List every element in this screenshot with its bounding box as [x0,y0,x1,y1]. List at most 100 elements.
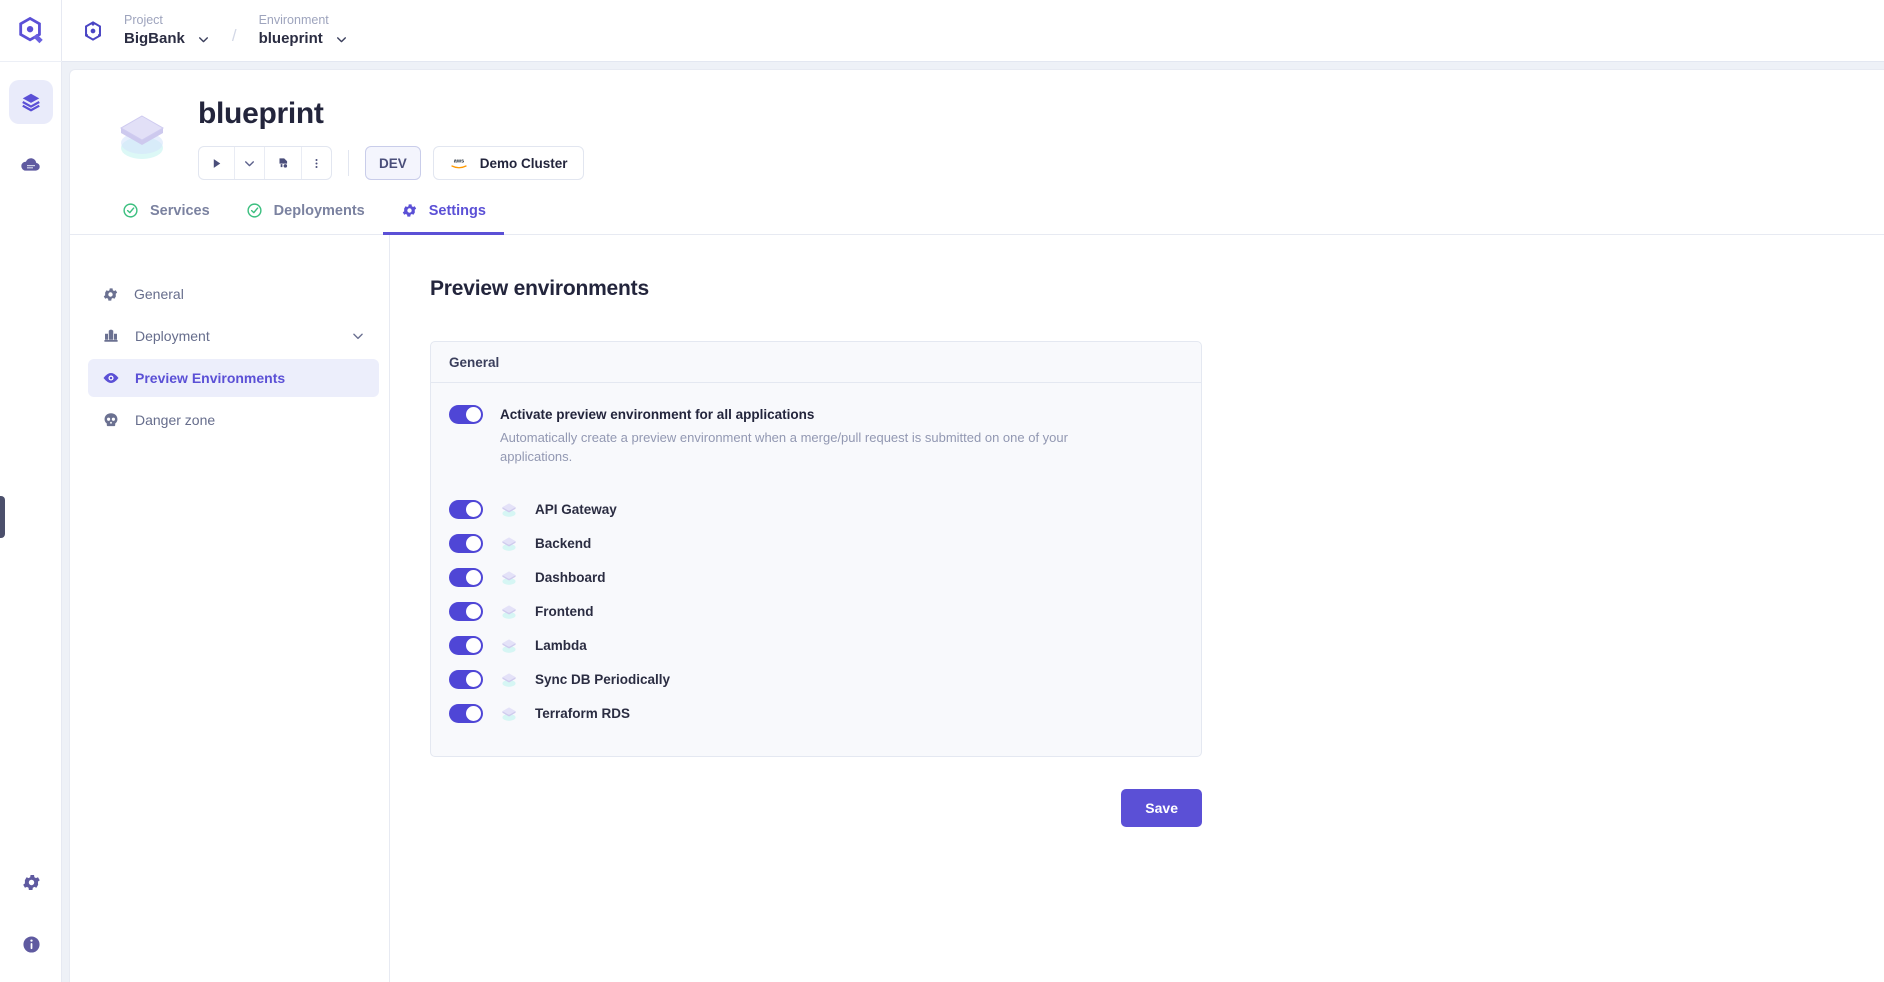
settings-main: Preview environments General Activate pr… [390,235,1884,982]
environment-tabs: Services Deployments Settings [70,180,1884,235]
application-toggle-lambda[interactable] [449,635,483,655]
application-name: Sync DB Periodically [535,671,671,687]
application-toggle-api-gateway[interactable] [449,499,483,519]
sidebar-item-danger-zone[interactable]: Danger zone [88,401,379,439]
save-button[interactable]: Save [1121,789,1202,827]
tab-services[interactable]: Services [104,202,228,235]
sidebar-item-danger-zone-label: Danger zone [135,412,216,428]
application-toggle-dashboard[interactable] [449,567,483,587]
gear-icon [103,287,118,301]
rail-item-help-info[interactable] [21,934,42,960]
qovery-hexagon-logo-icon [18,16,43,43]
breadcrumb-project-value[interactable]: BigBank [124,29,185,49]
tab-services-label: Services [150,202,210,219]
global-preview-toggle[interactable] [449,405,483,424]
list-item: Sync DB Periodically [449,662,1183,696]
organization-logo-icon [85,20,101,41]
deploy-options-button[interactable] [235,147,265,179]
list-item: Backend [449,526,1183,560]
environment-mode-badge[interactable]: DEV [365,146,421,180]
card-section-title: General [431,342,1201,383]
left-icon-rail [0,0,62,982]
list-item: API Gateway [449,492,1183,526]
sidebar-item-preview-environments[interactable]: Preview Environments [88,359,379,397]
tab-deployments-label: Deployments [273,202,365,219]
rocket-icon [104,329,118,342]
global-preview-description: Automatically create a preview environme… [500,430,1068,464]
breadcrumb-separator: / [231,25,237,45]
rail-item-cloud-providers[interactable] [9,142,53,186]
rail-items [8,62,53,186]
application-toggle-list: API Gateway Backend Dashboard Frontend L… [449,492,1183,730]
card-body: Activate preview environment for all app… [431,383,1201,756]
sidebar-item-general[interactable]: General [88,275,379,313]
chevron-down-icon[interactable] [197,33,210,46]
application-toggle-terraform-rds[interactable] [449,703,483,723]
breadcrumb: Project BigBank / Environment blueprint [62,0,1884,62]
application-toggle-sync-db-periodically[interactable] [449,669,483,689]
application-toggle-frontend[interactable] [449,601,483,621]
organization-logo[interactable] [82,20,104,42]
application-name: Dashboard [535,569,606,585]
service-layers-icon [502,673,516,687]
application-name: Lambda [535,637,587,653]
service-layers-icon [502,639,516,653]
dots-vertical-icon [315,158,318,168]
page-title: blueprint [198,97,324,130]
play-icon [213,158,221,168]
application-name: API Gateway [535,501,617,517]
breadcrumb-environment-value[interactable]: blueprint [259,29,323,49]
chevron-down-icon [245,160,254,166]
aws-logo-icon: aws [451,159,467,169]
breadcrumb-environment-label: Environment [258,13,329,27]
service-layers-icon [502,537,516,551]
redeploy-icon [279,158,288,168]
app-logo[interactable] [0,0,62,62]
gear-icon [402,204,416,217]
list-item: Frontend [449,594,1183,628]
toolbar-divider [348,150,349,176]
main-column: Project BigBank / Environment blueprint [62,0,1884,982]
save-row: Save [430,789,1202,827]
service-layers-icon [502,605,516,619]
redeploy-button[interactable] [265,147,302,179]
tab-settings[interactable]: Settings [382,202,504,235]
breadcrumb-environment: Environment blueprint [259,9,348,53]
sidebar-item-deployment[interactable]: Deployment [88,317,379,355]
chevron-down-icon[interactable] [335,33,348,46]
rail-item-environments[interactable] [8,80,53,124]
sidebar-item-deployment-label: Deployment [135,328,210,344]
aws-icon: aws [449,156,469,170]
svg-text:aws: aws [454,159,464,165]
deploy-button[interactable] [199,147,235,179]
global-preview-toggle-row: Activate preview environment for all app… [449,405,1183,466]
list-item: Dashboard [449,560,1183,594]
application-toggle-backend[interactable] [449,533,483,553]
tab-settings-label: Settings [428,202,486,219]
cloud-icon [20,158,40,171]
sidebar-item-preview-environments-label: Preview Environments [135,370,286,386]
chevron-down-icon[interactable] [351,329,365,343]
environment-header: blueprint DEV aws Demo Cluster [70,70,1884,180]
service-layers-icon [502,503,516,517]
rail-item-settings[interactable] [21,872,42,898]
tab-deployments[interactable]: Deployments [228,202,383,235]
panel-drag-handle[interactable] [0,496,5,538]
service-layers-icon [502,571,516,585]
list-item: Lambda [449,628,1183,662]
breadcrumb-project: Project BigBank [124,9,210,53]
cluster-name: Demo Cluster [479,155,568,171]
eye-icon [103,373,119,383]
content-area: blueprint DEV aws Demo Cluster Services … [62,62,1884,982]
rail-bottom-items [0,872,62,960]
cluster-button[interactable]: aws Demo Cluster [432,146,584,180]
preview-environments-card: General Activate preview environment for… [430,341,1202,757]
application-name: Backend [535,535,592,551]
skull-icon [104,413,118,427]
global-preview-texts: Activate preview environment for all app… [500,405,1120,466]
more-actions-button[interactable] [302,147,331,179]
check-circle-icon [247,203,262,218]
global-preview-title: Activate preview environment for all app… [500,407,815,422]
app-root: Project BigBank / Environment blueprint [0,0,1884,982]
check-circle-icon [123,203,138,218]
